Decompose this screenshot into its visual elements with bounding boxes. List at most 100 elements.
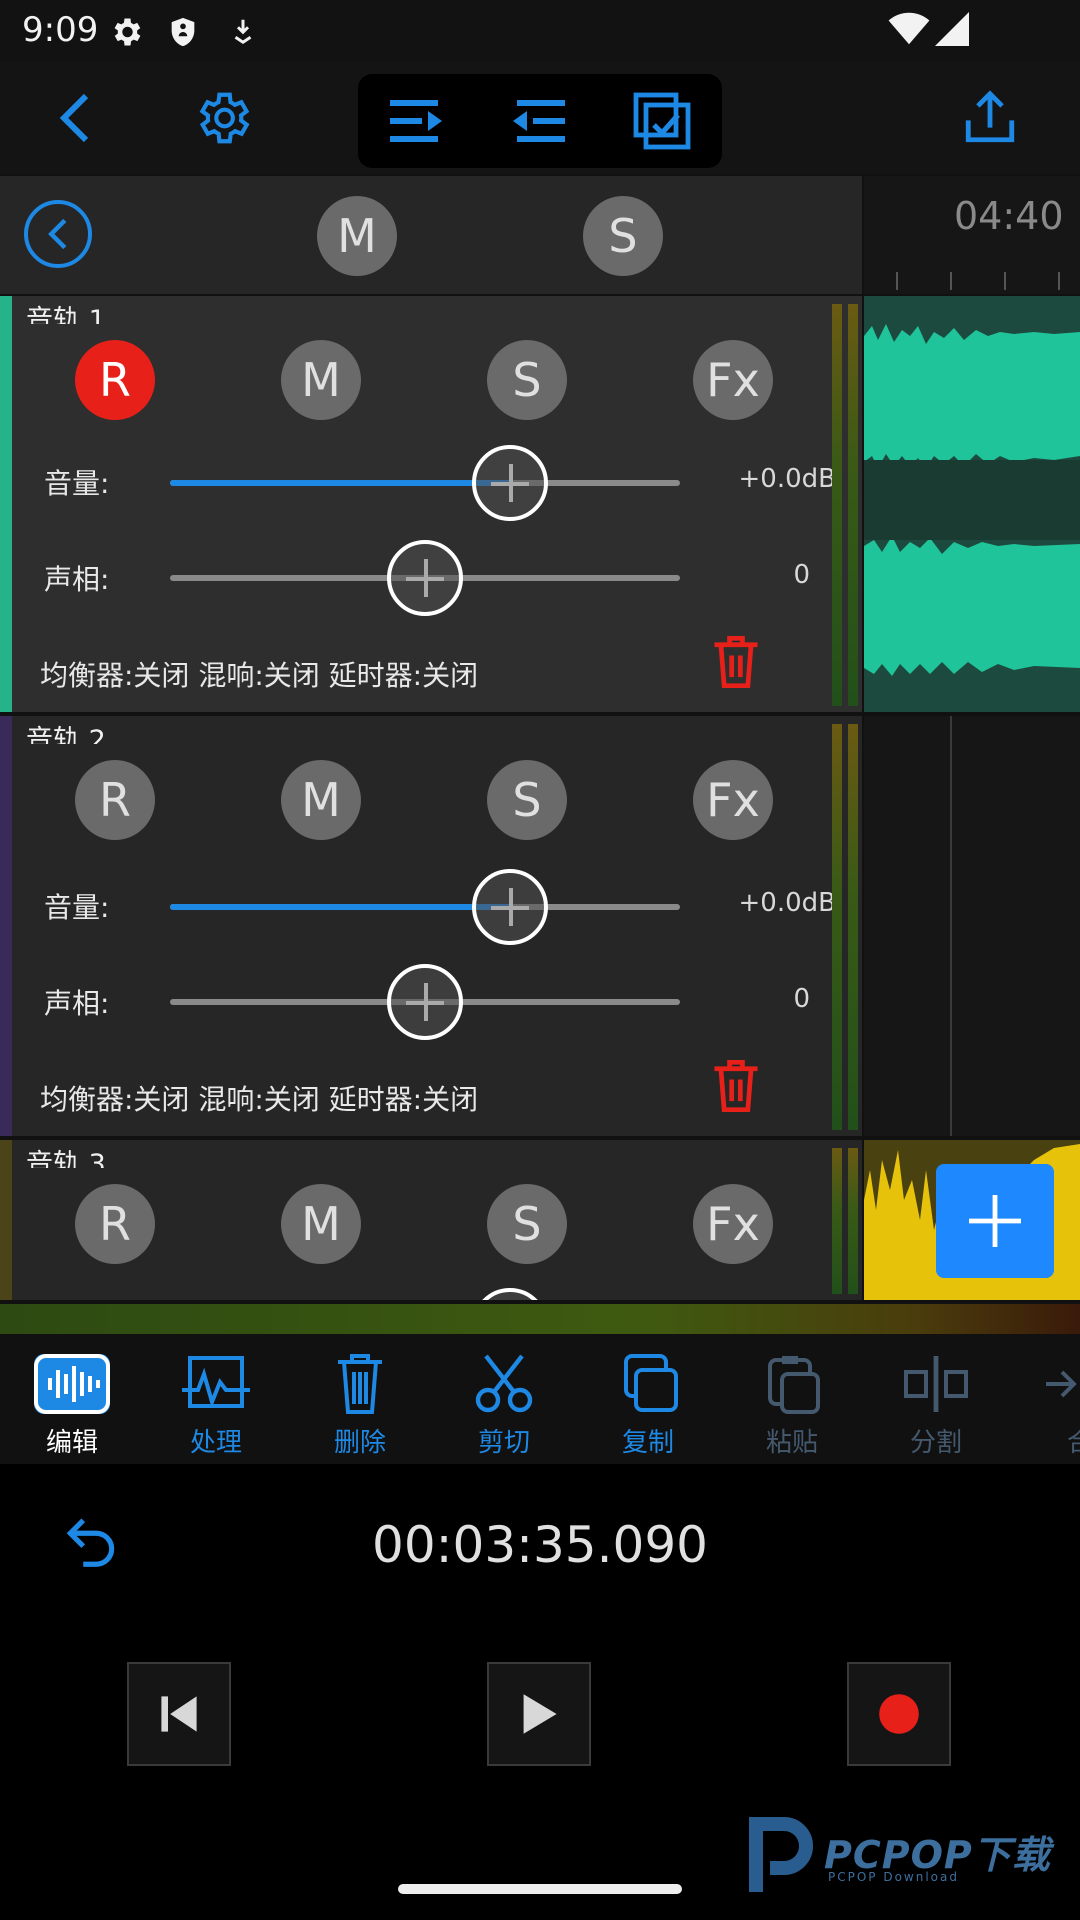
mute-button[interactable]: M <box>281 340 361 420</box>
edit-tool-merge: 合 <box>1018 1336 1080 1464</box>
volume-slider-knob[interactable] <box>472 445 548 521</box>
plus-icon <box>969 1195 1021 1247</box>
volume-slider[interactable] <box>170 904 680 910</box>
timeline-ruler[interactable]: 04:40 <box>864 176 1080 294</box>
level-meter-right <box>848 304 858 706</box>
back-button[interactable] <box>24 62 124 174</box>
record-arm-button[interactable]: R <box>75 1184 155 1264</box>
volume-slider-knob[interactable] <box>472 1288 548 1300</box>
checkbox-multi-icon <box>633 92 691 150</box>
edit-tool-label: 分割 <box>909 1428 962 1458</box>
edit-tool-edit[interactable]: 编辑 <box>10 1336 134 1464</box>
pan-value: 0 <box>793 560 810 590</box>
volume-label: 音量: <box>44 891 110 924</box>
pan-slider-knob[interactable] <box>387 540 463 616</box>
wifi-icon <box>888 12 930 50</box>
indent-right-button[interactable] <box>366 74 466 168</box>
waveform-clip <box>864 296 1080 712</box>
download-icon <box>228 14 258 52</box>
copy-icon <box>610 1354 686 1414</box>
track-1-waveform[interactable] <box>864 296 1080 712</box>
master-mute-button[interactable]: M <box>317 196 397 276</box>
edit-tool-label: 粘贴 <box>765 1428 818 1458</box>
volume-slider[interactable] <box>170 480 680 486</box>
ruler-tick <box>1058 272 1060 290</box>
track-color-strip <box>0 1140 12 1300</box>
effects-status: 均衡器:关闭 混响:关闭 延时器:关闭 <box>40 1083 479 1116</box>
gear-icon <box>199 92 250 144</box>
transport-panel: 00:03:35.090 PCPOP下载 PCPOP Download <box>0 1464 1080 1920</box>
merge-icon <box>1042 1354 1080 1414</box>
edit-tool-paste: 粘贴 <box>730 1336 854 1464</box>
waveform-icon <box>34 1354 110 1414</box>
status-bar: 9:09 <box>0 0 1080 62</box>
fx-button[interactable]: Fx <box>693 1184 773 1264</box>
record-arm-button[interactable]: R <box>75 760 155 840</box>
track-panel-1: 音轨 1 R M S Fx 音量: +0.0dB 声相: 0 均衡器:关闭 混响… <box>0 296 862 712</box>
scissors-icon <box>466 1354 542 1414</box>
mute-button[interactable]: M <box>281 1184 361 1264</box>
track-panel-2: 音轨 2 R M S Fx 音量: +0.0dB 声相: 0 均衡器:关闭 混响… <box>0 716 862 1136</box>
select-all-button[interactable] <box>612 74 712 168</box>
track-panel-3: 音轨 3 R M S Fx <box>0 1140 862 1300</box>
fx-button[interactable]: Fx <box>693 340 773 420</box>
master-solo-button[interactable]: S <box>583 196 663 276</box>
level-meter-left <box>832 724 842 1130</box>
solo-button[interactable]: S <box>487 760 567 840</box>
track-name: 音轨 2 <box>26 725 106 744</box>
volume-slider-knob[interactable] <box>472 869 548 945</box>
home-indicator[interactable] <box>398 1884 682 1894</box>
paste-icon <box>754 1354 830 1414</box>
delete-track-button[interactable] <box>710 634 762 690</box>
play-icon <box>523 1694 557 1734</box>
track-name: 音轨 3 <box>26 1149 106 1168</box>
level-meter-right <box>848 1148 858 1294</box>
current-time: 00:03:35.090 <box>372 1516 708 1574</box>
mute-button[interactable]: M <box>281 760 361 840</box>
edit-tool-label: 处理 <box>189 1428 242 1458</box>
share-button[interactable] <box>940 62 1040 174</box>
trash-icon <box>714 1059 758 1113</box>
chevron-left-icon <box>48 218 67 250</box>
pan-label: 声相: <box>44 563 110 596</box>
pan-slider-knob[interactable] <box>387 964 463 1040</box>
chevron-left-icon <box>59 93 89 143</box>
shield-icon <box>166 14 200 54</box>
volume-value: +0.0dB <box>738 464 836 494</box>
indent-left-button[interactable] <box>489 74 589 168</box>
edit-tool-cut[interactable]: 剪切 <box>442 1336 566 1464</box>
record-button[interactable] <box>847 1662 951 1766</box>
signal-icon <box>934 12 970 50</box>
track-2-waveform[interactable] <box>864 716 1080 1136</box>
share-icon <box>965 90 1015 143</box>
level-meter-left <box>832 304 842 706</box>
split-icon <box>898 1354 974 1414</box>
ruler-tick <box>896 272 898 290</box>
edit-tool-process[interactable]: 处理 <box>154 1336 278 1464</box>
status-time: 9:09 <box>22 10 99 50</box>
play-button[interactable] <box>487 1662 591 1766</box>
delete-track-button[interactable] <box>710 1058 762 1114</box>
fx-button[interactable]: Fx <box>693 760 773 840</box>
solo-button[interactable]: S <box>487 1184 567 1264</box>
edit-tool-label: 删除 <box>333 1428 386 1458</box>
trash-icon <box>322 1354 398 1414</box>
record-icon <box>879 1694 919 1734</box>
solo-button[interactable]: S <box>487 340 567 420</box>
add-track-button[interactable] <box>936 1164 1054 1278</box>
track-color-strip <box>0 296 12 712</box>
settings-button[interactable] <box>172 62 272 174</box>
playhead-line <box>950 716 952 1136</box>
collapse-panel-button[interactable] <box>24 200 92 268</box>
indent-right-icon <box>390 100 442 142</box>
master-level-meter <box>0 1304 1080 1334</box>
edit-tool-copy[interactable]: 复制 <box>586 1336 710 1464</box>
watermark-logo: PCPOP下载 PCPOP Download <box>744 1816 1074 1900</box>
volume-slider-fill <box>170 480 510 486</box>
skip-to-start-button[interactable] <box>127 1662 231 1766</box>
pcpop-logo-icon <box>749 1817 813 1892</box>
master-controls: M S <box>0 176 862 294</box>
edit-tool-delete[interactable]: 删除 <box>298 1336 422 1464</box>
record-arm-button[interactable]: R <box>75 340 155 420</box>
pan-label: 声相: <box>44 987 110 1020</box>
